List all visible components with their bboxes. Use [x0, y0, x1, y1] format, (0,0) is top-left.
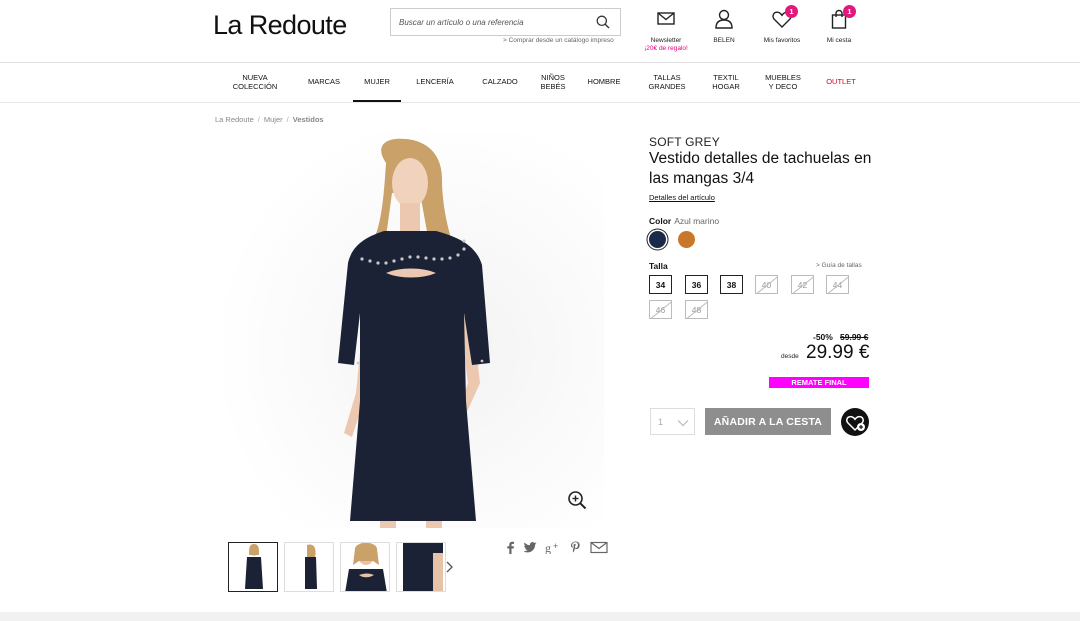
pinterest-icon[interactable]	[570, 541, 581, 559]
cart-link[interactable]: 1 Mi cesta	[809, 5, 869, 44]
newsletter-label: Newsletter	[650, 37, 682, 44]
nav-mujer[interactable]: MUJER	[353, 63, 401, 102]
twitter-icon[interactable]	[523, 541, 537, 559]
nav-tallas-grandes[interactable]: TALLAS GRANDES	[641, 63, 693, 102]
sale-badge: REMATE FINAL	[769, 377, 869, 388]
model-photo	[214, 133, 604, 528]
newsletter-promo: ¡20€ de regalo!	[644, 45, 688, 52]
cart-count-badge: 1	[843, 5, 856, 18]
size-label: Talla	[649, 261, 668, 271]
nav-hombre[interactable]: HOMBRE	[581, 63, 627, 102]
color-swatch-navy[interactable]	[649, 231, 666, 248]
nav-calzado[interactable]: CALZADO	[474, 63, 526, 102]
cart-label: Mi cesta	[826, 37, 852, 44]
newsletter-link[interactable]: Newsletter ¡20€ de regalo!	[636, 8, 696, 52]
size-button-34[interactable]: 34	[649, 275, 672, 294]
chevron-right-icon[interactable]	[445, 559, 455, 575]
nav-lenceria[interactable]: LENCERÍA	[409, 63, 461, 102]
breadcrumb: La Redoute / Mujer / Vestidos	[215, 115, 324, 124]
nav-outlet[interactable]: OUTLET	[817, 63, 865, 102]
size-button-48[interactable]: 48	[685, 300, 708, 319]
size-button-46[interactable]: 46	[649, 300, 672, 319]
current-price: 29.99 €	[806, 342, 870, 363]
account-link[interactable]: BELEN	[694, 8, 754, 44]
product-details-link[interactable]: Detalles del artículo	[649, 193, 715, 202]
envelope-icon	[657, 12, 675, 25]
quantity-value: 1	[658, 417, 664, 427]
main-nav: NUEVA COLECCIÓN MARCAS MUJER LENCERÍA CA…	[0, 63, 1080, 102]
size-button-36[interactable]: 36	[685, 275, 708, 294]
site-logo[interactable]: La Redoute	[213, 10, 347, 41]
breadcrumb-item-home[interactable]: La Redoute	[215, 115, 254, 124]
google-plus-icon[interactable]: g +	[545, 541, 562, 559]
chevron-down-icon	[677, 420, 689, 427]
nav-marcas[interactable]: MARCAS	[298, 63, 350, 102]
add-to-cart-button[interactable]: AÑADIR A LA CESTA	[705, 408, 831, 435]
nav-muebles-deco[interactable]: MUEBLES Y DECO	[756, 63, 810, 102]
add-to-favorites-button[interactable]	[841, 408, 869, 436]
svg-text:g: g	[545, 541, 551, 554]
thumbnail-detail-neck[interactable]	[340, 542, 390, 592]
favorites-link[interactable]: 1 Mis favoritos	[752, 5, 812, 44]
facebook-icon[interactable]	[506, 541, 515, 559]
quantity-select[interactable]: 1	[650, 408, 695, 435]
nav-ninos-bebes[interactable]: NIÑOS BEBÉS	[532, 63, 574, 102]
breadcrumb-item-current: Vestidos	[292, 115, 324, 124]
breadcrumb-item-mujer[interactable]: Mujer	[264, 115, 283, 124]
footer-band	[0, 612, 1080, 621]
size-button-44[interactable]: 44	[826, 275, 849, 294]
favorites-count-badge: 1	[785, 5, 798, 18]
site-header: La Redoute > Comprar desde un catálogo i…	[0, 0, 1080, 62]
size-button-42[interactable]: 42	[791, 275, 814, 294]
selected-color-name: Azul marino	[674, 216, 720, 226]
user-icon	[715, 9, 733, 29]
search-icon[interactable]	[596, 15, 610, 29]
color-selector-label: Color Azul marino	[649, 216, 719, 226]
size-button-38[interactable]: 38	[720, 275, 743, 294]
svg-text:+: +	[553, 541, 558, 551]
product-title: Vestido detalles de tachuelas en las man…	[649, 150, 872, 187]
heart-plus-icon	[846, 415, 865, 432]
search-box	[390, 8, 621, 36]
zoom-icon[interactable]	[567, 490, 587, 510]
nav-textil-hogar[interactable]: TEXTIL HOGAR	[702, 63, 750, 102]
product-main-image[interactable]	[214, 133, 604, 528]
discount-percent: -50%	[813, 332, 833, 342]
thumbnail-front[interactable]	[228, 542, 278, 592]
favorites-label: Mis favoritos	[763, 37, 801, 44]
catalog-link[interactable]: > Comprar desde un catálogo impreso	[503, 37, 614, 44]
thumbnail-detail-sleeve[interactable]	[396, 542, 446, 592]
search-input[interactable]	[391, 9, 591, 35]
price-from-label: desde	[781, 353, 799, 360]
color-label: Color	[649, 216, 672, 226]
size-button-40[interactable]: 40	[755, 275, 778, 294]
color-swatch-camel[interactable]	[678, 231, 695, 248]
thumbnail-side[interactable]	[284, 542, 334, 592]
product-brand[interactable]: SOFT GREY	[649, 135, 720, 149]
nav-divider	[0, 102, 1080, 103]
original-price: 59.99 €	[840, 332, 869, 342]
account-label: BELEN	[713, 37, 735, 44]
email-icon[interactable]	[590, 541, 608, 559]
nav-nueva-coleccion[interactable]: NUEVA COLECCIÓN	[225, 63, 285, 102]
size-guide-link[interactable]: > Guía de tallas	[816, 262, 862, 269]
